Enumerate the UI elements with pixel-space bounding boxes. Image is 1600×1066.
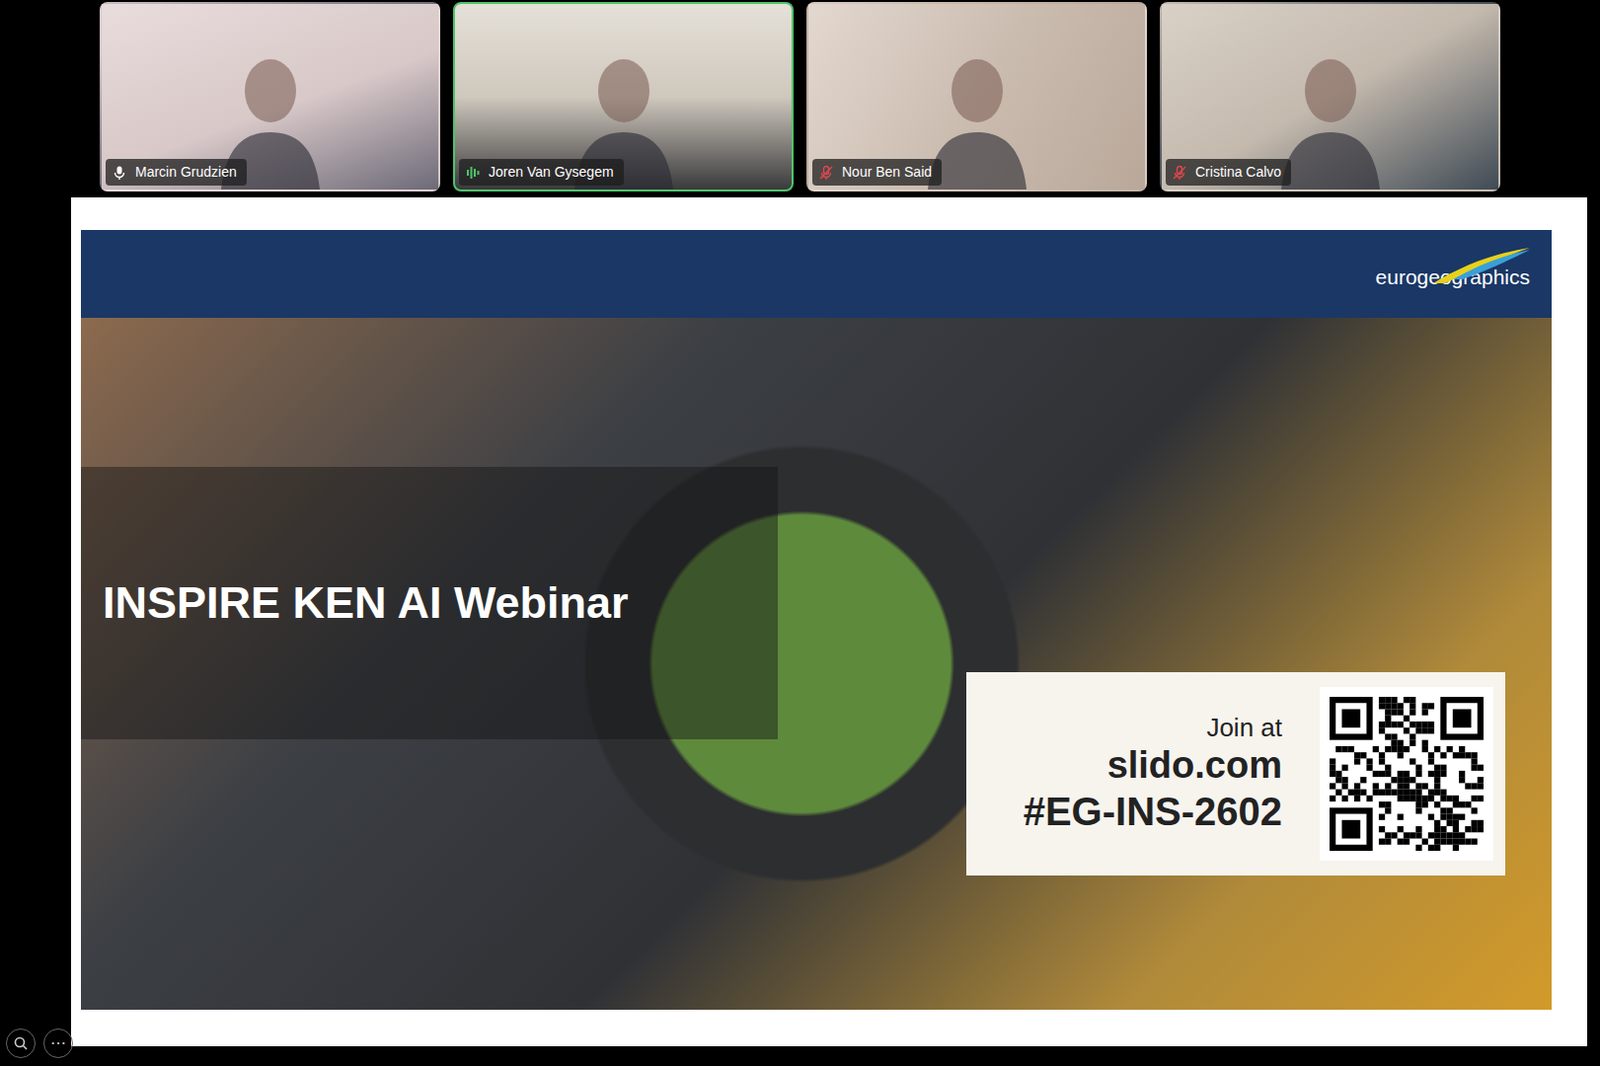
audio-level-icon — [464, 164, 481, 181]
participant-name: Marcin Grudzien — [135, 161, 237, 183]
slide: eurogeographics INSPIRE KEN AI Webinar J… — [80, 229, 1552, 1010]
name-tag: Marcin Grudzien — [105, 158, 247, 186]
participant-name: Nour Ben Said — [841, 161, 932, 183]
mic-icon — [111, 164, 128, 181]
participant-tile[interactable]: Cristina Calvo — [1159, 1, 1501, 192]
shared-screen: eurogeographics INSPIRE KEN AI Webinar J… — [71, 197, 1588, 1047]
swoosh-icon — [1393, 245, 1532, 286]
join-code: #EG-INS-2602 — [1023, 787, 1283, 836]
video-frame-icon — [1276, 41, 1385, 190]
participant-tile[interactable]: Nour Ben Said — [806, 1, 1147, 192]
slide-title: INSPIRE KEN AI Webinar — [102, 576, 629, 630]
participant-tile[interactable]: Marcin Grudzien — [99, 1, 441, 192]
corner-controls: ⋯ — [5, 1028, 74, 1059]
name-tag: Cristina Calvo — [1165, 158, 1292, 186]
participant-strip: Marcin Grudzien Joren Van Gysegem Nour Ben… — [0, 0, 1600, 198]
aerial-photo: INSPIRE KEN AI Webinar Join at slido.com… — [80, 317, 1552, 1010]
slide-header: eurogeographics — [80, 229, 1552, 318]
name-tag: Nour Ben Said — [812, 158, 942, 186]
more-button[interactable]: ⋯ — [43, 1028, 74, 1059]
magnifier-icon — [12, 1035, 29, 1052]
slido-box: Join at slido.com #EG-INS-2602 — [966, 672, 1506, 876]
name-tag: Joren Van Gysegem — [458, 158, 624, 186]
participant-name: Joren Van Gysegem — [488, 161, 614, 183]
participant-tile[interactable]: Joren Van Gysegem — [453, 1, 794, 192]
join-site: slido.com — [1023, 743, 1283, 789]
join-label: Join at — [1023, 712, 1283, 744]
logo: eurogeographics — [1375, 255, 1530, 294]
qr-code-icon — [1319, 686, 1494, 861]
muted-mic-icon — [818, 164, 835, 181]
zoom-button[interactable] — [5, 1028, 36, 1059]
title-band: INSPIRE KEN AI Webinar — [80, 466, 778, 740]
muted-mic-icon — [1171, 164, 1188, 181]
slido-text: Join at slido.com #EG-INS-2602 — [1023, 712, 1283, 837]
participant-name: Cristina Calvo — [1195, 161, 1282, 183]
